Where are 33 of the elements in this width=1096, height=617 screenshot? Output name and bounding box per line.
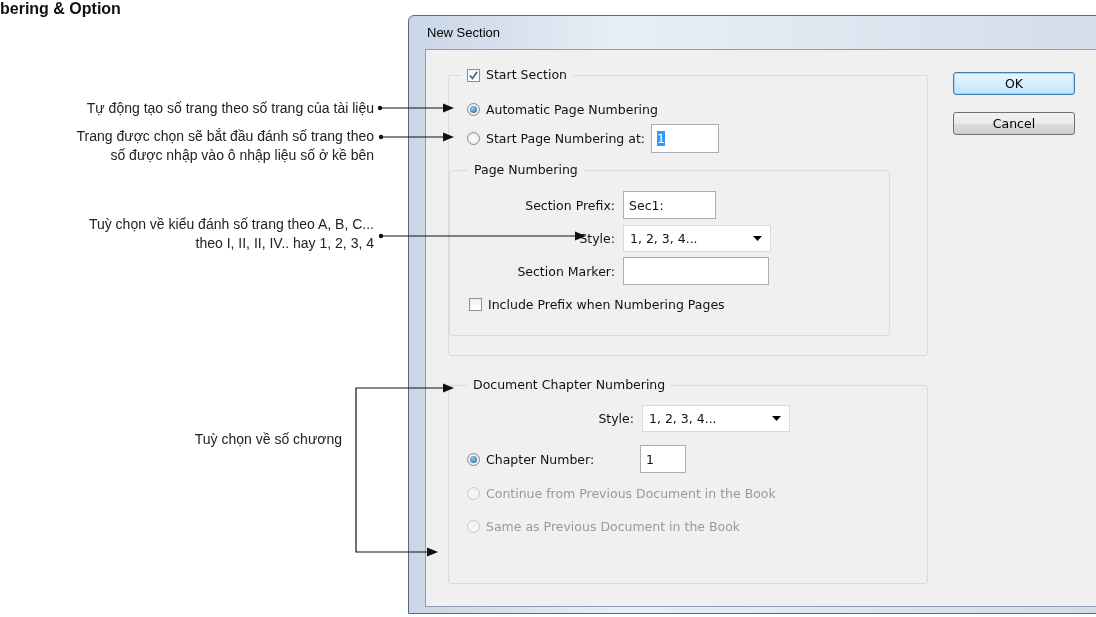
radio-label: Chapter Number: [486,451,596,467]
checkbox[interactable] [469,297,482,311]
dialog-button[interactable]: Cancel [953,112,1075,135]
radio-label: Start Page Numbering at: [486,131,646,146]
style-dropdown[interactable]: 1, 2, 3, 4... [642,404,790,432]
group-title: Document Chapter Numbering [473,377,666,392]
radio-label: Continue from Previous Document in the Book [486,485,776,501]
annotation-text: Tuỳ chọn về kiểu đánh số trang theo A, B, C... theo I, II, II, IV.. hay 1, 2, 3, 4 [88,215,374,253]
field-label: Section Prefix: [525,197,615,213]
page-heading: bering & Option [0,0,121,18]
radio-label: Automatic Page Numbering [486,102,658,117]
dialog-button[interactable]: OK [953,72,1075,95]
checkbox-label: Include Prefix when Numbering Pages [488,296,725,312]
checkbox[interactable] [467,68,480,82]
section-marker-field[interactable] [623,257,769,285]
radio-label: Same as Previous Document in the Book [486,518,741,534]
field-label: Style: [579,230,615,246]
style-dropdown[interactable]: 1, 2, 3, 4... [623,224,771,252]
checkbox-label: Start Section [486,67,567,83]
radio-button[interactable] [467,132,480,145]
chapter-number-field[interactable]: 1 [640,445,686,473]
group-title: Page Numbering [474,162,578,177]
radio-button[interactable] [467,103,480,116]
field-label: Section Marker: [517,263,615,279]
annotation-text: Trang được chọn sẽ bắt đầu đánh số trang theo số được nhập vào ô nhập liệu số ở kề bên [76,127,374,165]
annotation-text: Tuỳ chọn về số chương [194,430,342,449]
caret-icon [753,235,762,241]
section-prefix-field[interactable]: Sec1: [623,191,716,219]
caret-icon [772,415,781,421]
annotation-text: Tự động tạo số trang theo số trang của tài liệu [86,99,374,118]
radio-button[interactable] [467,452,480,466]
field-label: Style: [598,410,634,426]
window-title: New Section [427,25,500,40]
